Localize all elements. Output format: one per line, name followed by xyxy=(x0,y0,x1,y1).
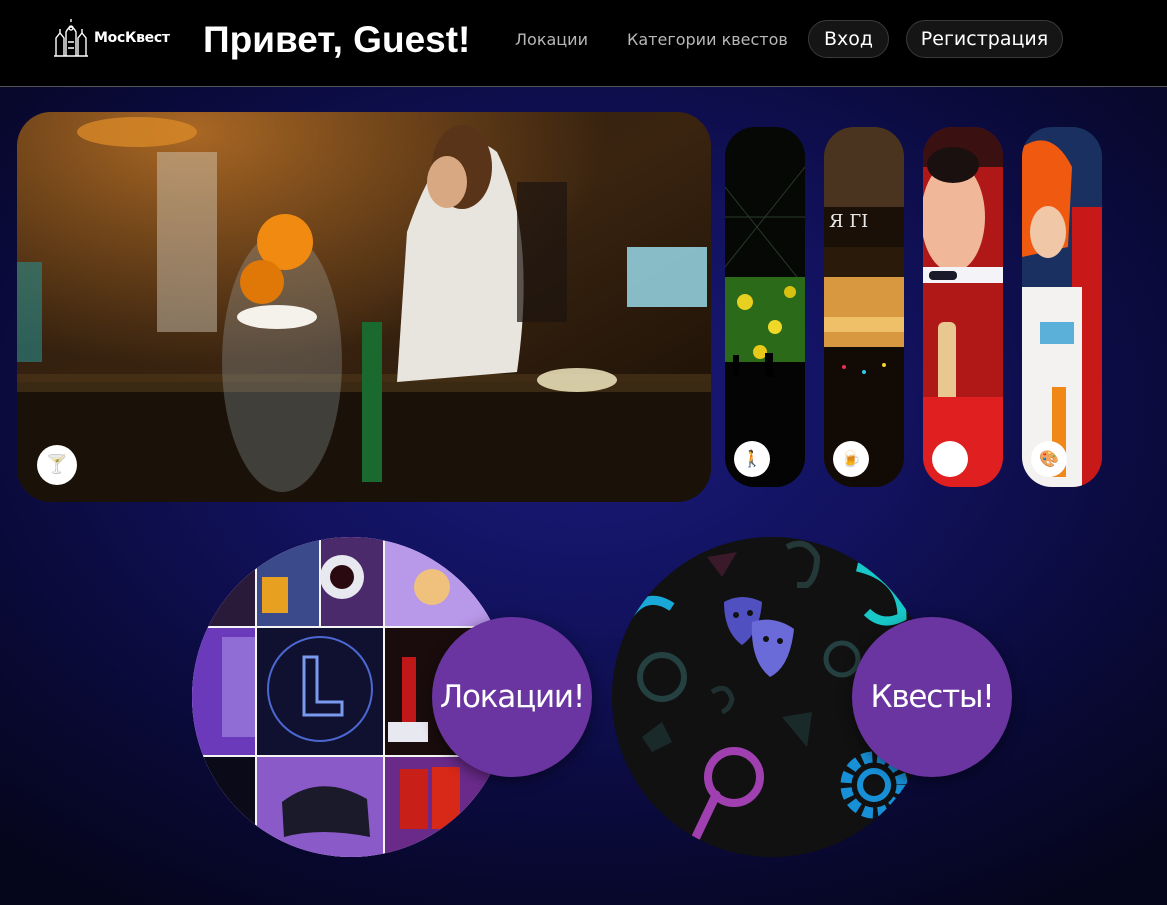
hot-drink-icon: ☕ xyxy=(932,441,968,477)
locations-button[interactable]: Локации! xyxy=(432,617,592,777)
svg-text:Я ГІ: Я ГІ xyxy=(829,211,868,232)
carousel-card-art[interactable]: 🎨 xyxy=(1022,127,1102,487)
logo-text: МосКвест xyxy=(94,30,170,46)
register-button[interactable]: Регистрация xyxy=(906,20,1063,58)
palette-icon: 🎨 xyxy=(1031,441,1067,477)
logo[interactable]: МосКвест xyxy=(52,18,170,58)
kremlin-logo-icon xyxy=(54,19,88,57)
nav-categories-link[interactable]: Категории квестов xyxy=(627,30,788,50)
quests-button[interactable]: Квесты! xyxy=(852,617,1012,777)
cafe-photo xyxy=(923,127,1003,487)
carousel-card-cafe[interactable]: ☕ xyxy=(923,127,1003,487)
carousel-card-immersive[interactable]: 🚶 xyxy=(725,127,805,487)
carousel-card-pub[interactable]: Я ГІ 🍺 xyxy=(824,127,904,487)
cocktail-icon: 🍸 xyxy=(37,445,77,485)
cosplay-photo xyxy=(1022,127,1102,487)
greeting-title: Привет, Guest! xyxy=(203,19,471,60)
beer-mug-icon: 🍺 xyxy=(833,441,869,477)
walking-person-icon: 🚶 xyxy=(734,441,770,477)
login-button[interactable]: Вход xyxy=(808,20,889,58)
nav-locations-link[interactable]: Локации xyxy=(515,30,588,50)
carousel-card-bar[interactable]: 🍸 xyxy=(17,112,711,502)
bar-photo xyxy=(17,112,711,502)
immersive-photo xyxy=(725,127,805,487)
header: МосКвест Привет, Guest! Локации Категори… xyxy=(0,0,1167,87)
pub-photo: Я ГІ xyxy=(824,127,904,487)
